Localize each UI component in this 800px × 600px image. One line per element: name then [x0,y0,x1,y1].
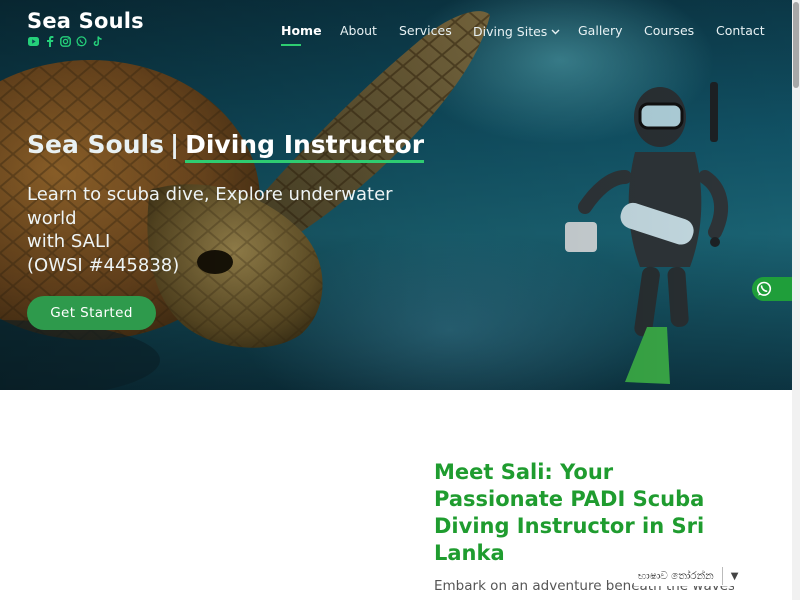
hero-subtitle-line: with SALI [27,231,111,252]
chevron-down-icon [551,23,560,38]
instagram-icon[interactable] [60,36,71,47]
hero-title-separator: | [169,130,180,159]
site-logo[interactable]: Sea Souls [27,9,144,33]
scrollbar-thumb[interactable] [793,2,799,88]
hero-subtitle: Learn to scuba dive, Explore underwater … [27,183,427,277]
nav-home[interactable]: Home [281,23,322,38]
hero-subtitle-line: world [27,207,77,229]
tiktok-icon[interactable] [92,36,103,47]
nav-diving-sites[interactable]: Diving Sites [473,23,560,39]
language-selector-label: භාෂාව තෝරන්න [638,569,714,582]
hero-title-prefix: Sea Souls [27,130,164,159]
page-scrollbar[interactable] [792,0,800,600]
dropdown-arrow-icon: ▼ [730,570,739,582]
hero-subtitle-line: Learn to scuba dive, Explore underwater [27,184,393,205]
nav-diving-sites-label: Diving Sites [473,24,548,39]
facebook-icon[interactable] [44,36,55,47]
get-started-button[interactable]: Get Started [27,296,156,330]
nav-courses[interactable]: Courses [644,23,694,38]
whatsapp-icon[interactable] [76,36,87,47]
hero-subtitle-line: (OWSI #445838) [27,254,180,276]
nav-gallery[interactable]: Gallery [578,23,623,38]
nav-services[interactable]: Services [399,23,452,38]
language-selector[interactable]: භාෂාව තෝරන්න ▼ [634,566,743,586]
hero-banner: Sea Souls Home About Services Diving Sit… [0,0,792,390]
whatsapp-float-button[interactable] [752,277,792,301]
social-links [28,36,103,47]
about-heading: Meet Sali: Your Passionate PADI Scuba Di… [434,460,705,565]
youtube-icon[interactable] [28,36,39,47]
hero-title: Sea Souls | Diving Instructor [27,130,425,163]
hero-title-highlight: Diving Instructor [185,130,425,163]
nav-about[interactable]: About [340,23,377,38]
whatsapp-icon [756,281,772,296]
language-selector-divider [721,567,723,585]
active-nav-indicator [281,44,301,46]
nav-contact[interactable]: Contact [716,23,765,38]
